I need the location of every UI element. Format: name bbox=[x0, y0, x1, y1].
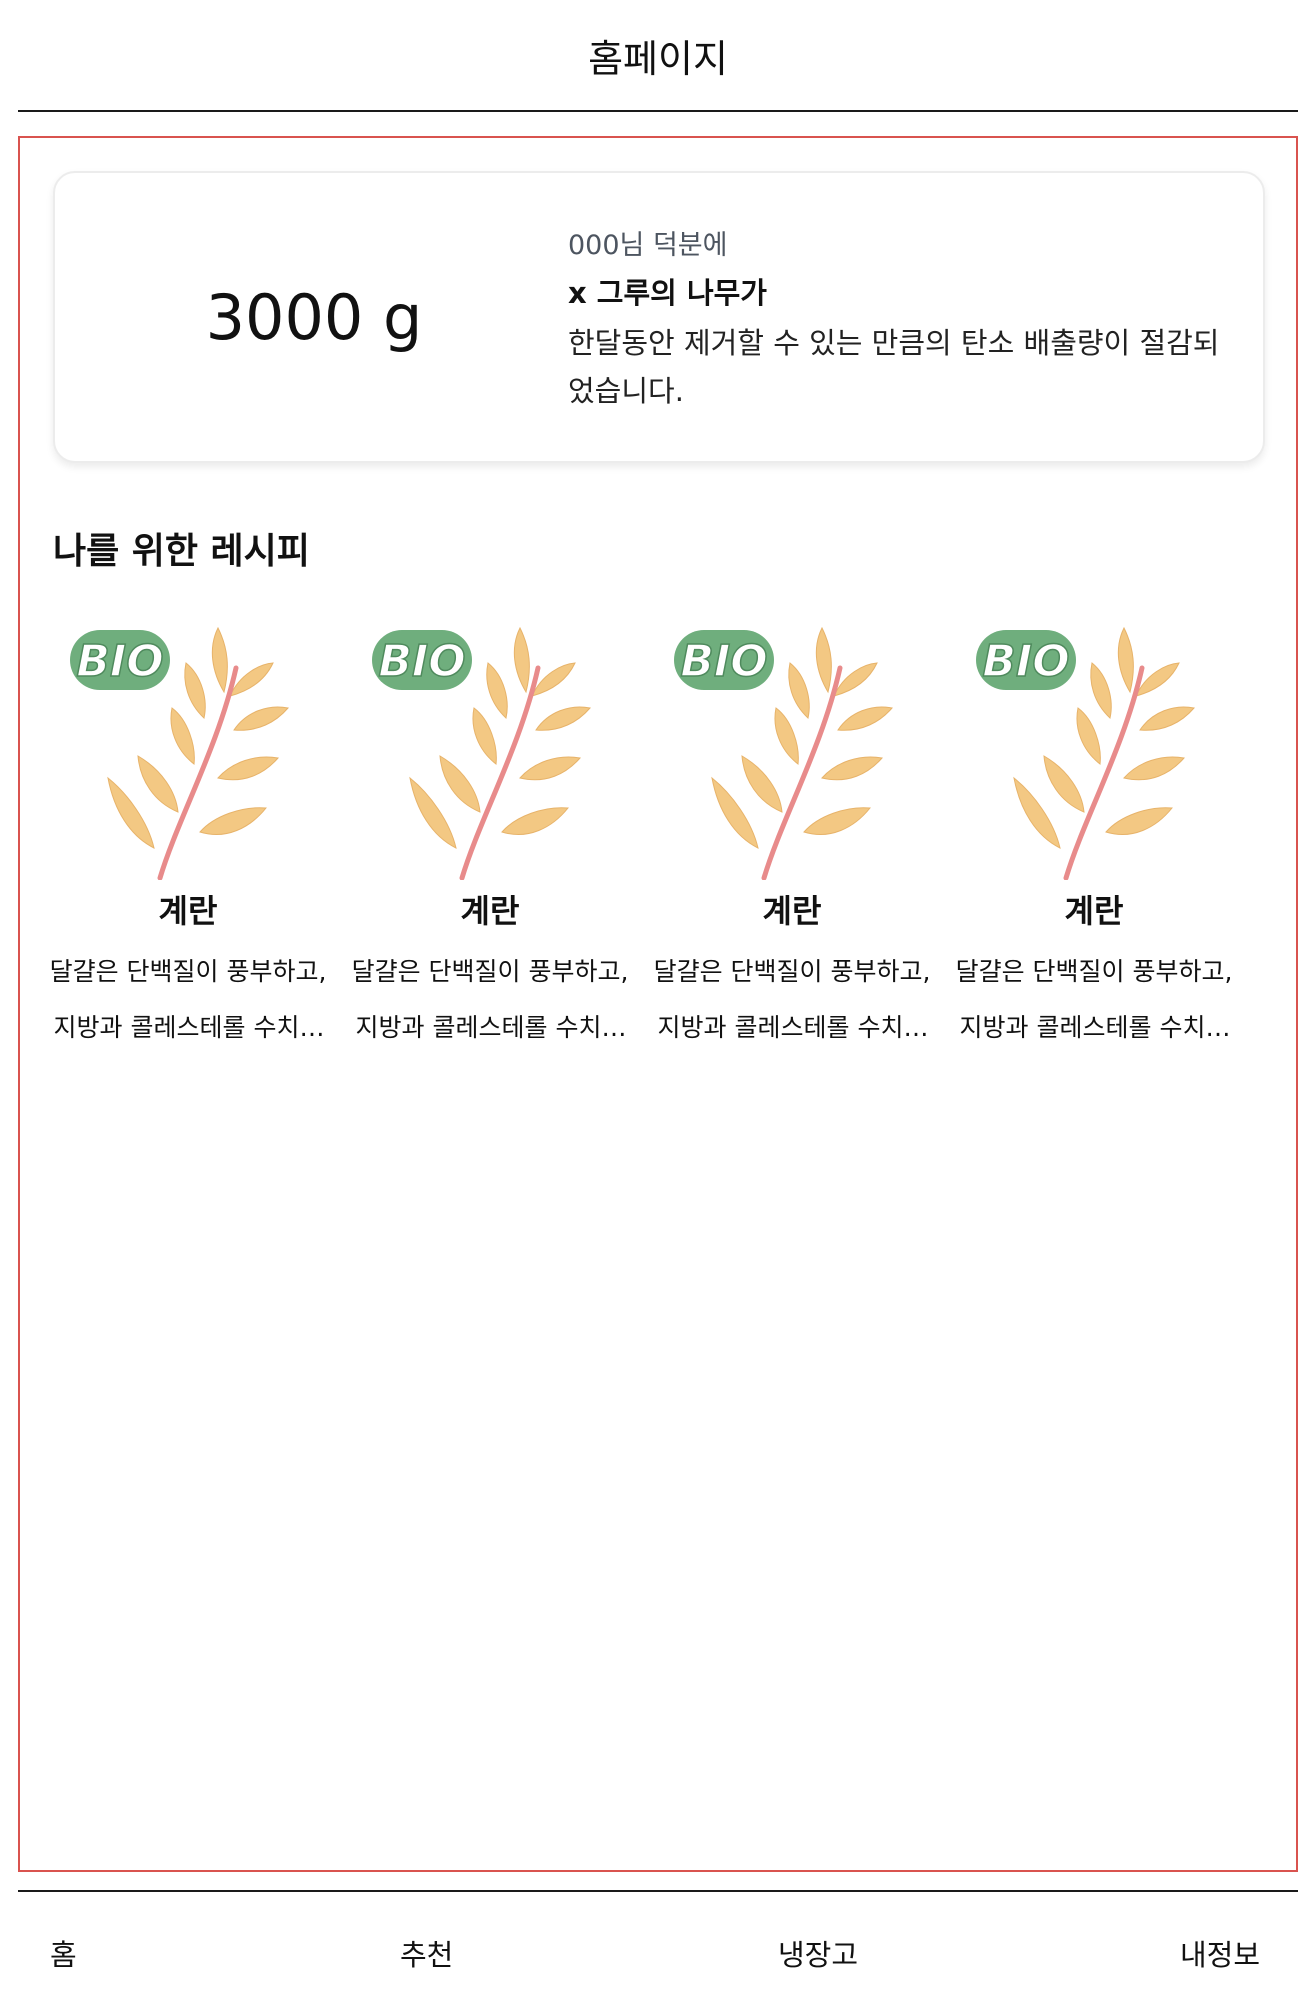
savings-message: 000님 덕분에 x 그루의 나무가 한달동안 제거할 수 있는 만큼의 탄소 … bbox=[568, 225, 1228, 415]
bio-badge: BIO bbox=[674, 630, 774, 690]
bio-plant-image: BIO bbox=[976, 626, 1195, 880]
svg-text:BIO: BIO bbox=[982, 636, 1069, 687]
tab-home[interactable]: 홈 bbox=[50, 1932, 77, 1974]
bio-plant-image: BIO bbox=[674, 626, 893, 880]
recipe-name: 계란 bbox=[460, 892, 520, 930]
app-header: 홈페이지 bbox=[18, 0, 1298, 112]
savings-description: 한달동안 제거할 수 있는 만큼의 탄소 배출량이 절감되었습니다. bbox=[568, 326, 1220, 408]
page-title: 홈페이지 bbox=[588, 36, 728, 81]
carbon-savings-card: 3000 g 000님 덕분에 x 그루의 나무가 한달동안 제거할 수 있는 … bbox=[53, 171, 1265, 463]
recipe-card[interactable]: BIO 계란 달걀은 단백질이 풍부하고, 지방과 콜레스테롤 수치가 bbox=[48, 608, 328, 1048]
recipe-name: 계란 bbox=[762, 892, 822, 930]
tab-my-info[interactable]: 내정보 bbox=[1180, 1932, 1260, 1974]
recipe-description: 달걀은 단백질이 풍부하고, 지방과 콜레스테롤 수치가 높습니다. bbox=[351, 957, 629, 1042]
bio-badge: BIO bbox=[976, 630, 1076, 690]
trees-text: x 그루의 나무가 bbox=[568, 276, 767, 310]
recipe-card[interactable]: BIO 계란 달걀은 단백질이 풍부하고, 지방과 콜레스테롤 수치가 bbox=[954, 608, 1234, 1048]
tab-fridge[interactable]: 냉장고 bbox=[778, 1932, 858, 1974]
recipe-card[interactable]: BIO 계란 달걀은 단백질이 풍부하고, 지방과 콜레스테롤 수치가 bbox=[652, 608, 932, 1048]
recipe-list: BIO 계란 달걀은 단백질이 풍부하고, 지방과 콜레스테롤 수치가 BIO … bbox=[48, 608, 1268, 1048]
bio-badge: BIO bbox=[372, 630, 472, 690]
recipe-card[interactable]: BIO 계란 달걀은 단백질이 풍부하고, 지방과 콜레스테롤 수치가 bbox=[350, 608, 630, 1048]
recipe-section-title: 나를 위한 레시피 bbox=[53, 531, 310, 572]
thanks-text: 000님 덕분에 bbox=[568, 230, 728, 261]
recipe-name: 계란 bbox=[1064, 892, 1124, 930]
recipe-description: 달걀은 단백질이 풍부하고, 지방과 콜레스테롤 수치가 높습니다. bbox=[955, 957, 1233, 1042]
home-page: 홈페이지 3000 g 000님 덕분에 x 그루의 나무가 한달동안 제거할 … bbox=[0, 0, 1310, 2006]
bio-badge: BIO bbox=[70, 630, 170, 690]
tab-recommend[interactable]: 추천 bbox=[400, 1932, 453, 1974]
recipe-description: 달걀은 단백질이 풍부하고, 지방과 콜레스테롤 수치가 높습니다. bbox=[653, 957, 931, 1042]
recipe-description: 달걀은 단백질이 풍부하고, 지방과 콜레스테롤 수치가 높습니다. bbox=[49, 957, 327, 1042]
bio-plant-image: BIO bbox=[372, 626, 591, 880]
main-content: 3000 g 000님 덕분에 x 그루의 나무가 한달동안 제거할 수 있는 … bbox=[18, 136, 1298, 1872]
svg-text:BIO: BIO bbox=[76, 636, 163, 687]
bottom-tab-bar: 홈 추천 냉장고 내정보 bbox=[18, 1890, 1298, 2006]
svg-text:BIO: BIO bbox=[680, 636, 767, 687]
recipe-name: 계란 bbox=[158, 892, 218, 930]
carbon-amount: 3000 g bbox=[205, 280, 423, 354]
svg-text:BIO: BIO bbox=[378, 636, 465, 687]
bio-plant-image: BIO bbox=[70, 626, 289, 880]
